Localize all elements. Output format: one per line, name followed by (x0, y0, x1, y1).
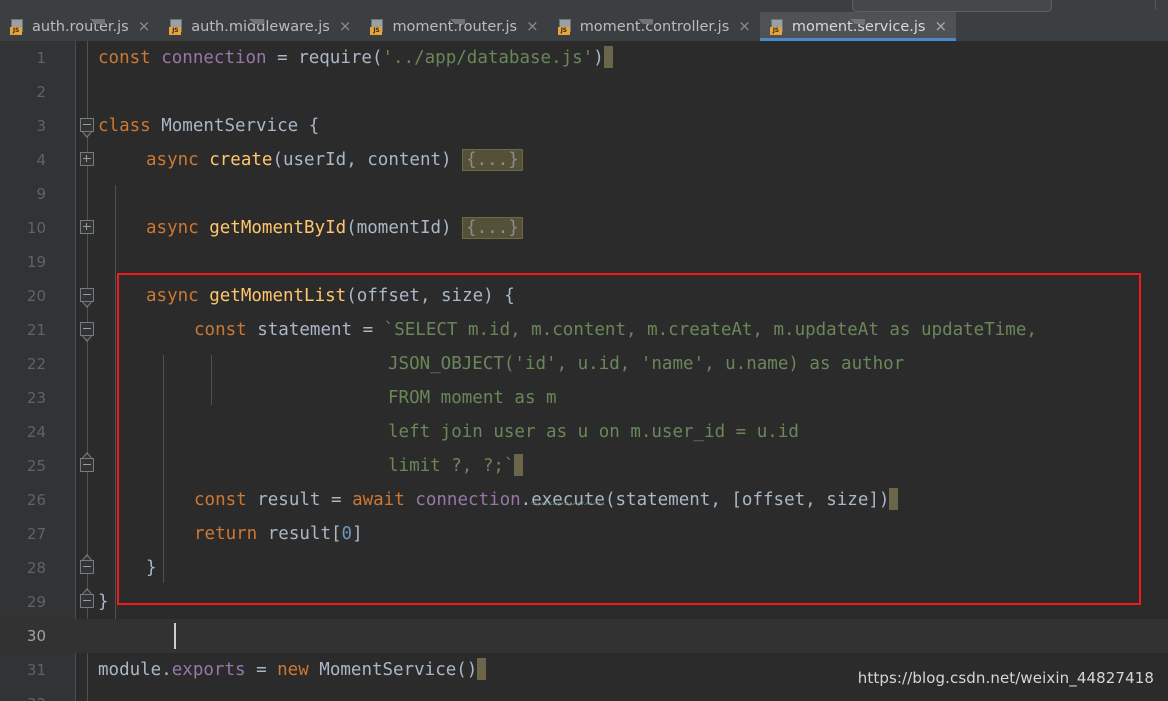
js-file-icon: JS (769, 18, 865, 35)
code-row[interactable]: 27 return result[0] (0, 517, 1168, 551)
close-icon[interactable]: × (736, 19, 751, 34)
code-row[interactable]: 21 const statement = `SELECT m.id, m.con… (0, 313, 1168, 347)
fold-toggle-collapse-icon[interactable] (80, 279, 95, 313)
collapsed-fold-placeholder[interactable]: {...} (462, 149, 523, 171)
line-number: 19 (26, 253, 46, 271)
text-selection-block (477, 658, 487, 680)
line-number: 31 (26, 661, 46, 679)
js-badge-label: JS (169, 26, 182, 35)
line-number: 2 (36, 83, 46, 101)
line-number: 27 (26, 525, 46, 543)
line-number: 22 (26, 355, 46, 373)
code-line-24: left join user as u on m.user_id = u.id (388, 422, 799, 442)
code-row[interactable]: 32 (0, 687, 1168, 701)
line-number: 29 (26, 593, 46, 611)
code-row[interactable]: 24 left join user as u on m.user_id = u.… (0, 415, 1168, 449)
editor-tab-bar[interactable]: JS auth.router.js × JS auth.middleware.j… (0, 12, 1168, 41)
code-row[interactable]: 1 const connection = require('../app/dat… (0, 41, 1168, 75)
line-number: 3 (36, 117, 46, 135)
js-badge-label: JS (769, 26, 782, 35)
js-file-icon: JS (557, 18, 653, 35)
fold-toggle-collapse-icon[interactable] (80, 109, 95, 143)
code-row[interactable]: 25 limit ?, ?;` (0, 449, 1168, 483)
code-line-22: JSON_OBJECT('id', u.id, 'name', u.name) … (388, 354, 905, 374)
text-caret (174, 623, 176, 649)
js-badge-label: JS (370, 26, 383, 35)
code-row[interactable]: 23 FROM moment as m (0, 381, 1168, 415)
js-file-icon: JS (169, 18, 265, 35)
code-line-29: } (98, 592, 109, 612)
code-line-31: module.exports = new MomentService() (98, 653, 487, 687)
code-line-10: async getMomentById(momentId) {...} (146, 211, 523, 245)
line-number: 30 (26, 627, 46, 645)
watermark-url: https://blog.csdn.net/weixin_44827418 (857, 669, 1154, 687)
code-line-20: async getMomentList(offset, size) { (146, 286, 515, 306)
line-number: 24 (26, 423, 46, 441)
code-row[interactable]: 29 } (0, 585, 1168, 619)
code-row[interactable]: 28 } (0, 551, 1168, 585)
code-line-25: limit ?, ?;` (388, 449, 524, 483)
close-icon[interactable]: × (933, 19, 948, 34)
text-selection-block (603, 46, 613, 68)
line-number: 23 (26, 389, 46, 407)
tab-auth-router[interactable]: JS auth.router.js × (0, 12, 159, 41)
close-icon[interactable]: × (136, 19, 151, 34)
tab-label: auth.router.js (32, 18, 129, 35)
code-line-28: } (146, 558, 157, 578)
code-row-current[interactable]: 30 (0, 619, 1168, 653)
fold-toggle-collapse-icon[interactable] (80, 313, 95, 347)
search-everywhere-popup[interactable] (852, 0, 1052, 12)
code-row[interactable]: 26 const result = await connection.execu… (0, 483, 1168, 517)
line-number: 20 (26, 287, 46, 305)
code-line-1: const connection = require('../app/datab… (98, 41, 613, 75)
code-line-4: async create(userId, content) {...} (146, 143, 523, 177)
fold-toggle-expand-icon[interactable] (80, 211, 95, 245)
text-selection-block (514, 454, 524, 476)
code-line-21: const statement = `SELECT m.id, m.conten… (194, 320, 1037, 340)
line-number: 9 (36, 185, 46, 203)
line-number: 32 (0, 687, 46, 701)
js-badge-label: JS (557, 26, 570, 35)
tab-moment-router[interactable]: JS moment.router.js × (360, 12, 547, 41)
code-line-23: FROM moment as m (388, 388, 557, 408)
code-row[interactable]: 2 (0, 75, 1168, 109)
line-number: 21 (26, 321, 46, 339)
code-row[interactable]: 20 async getMomentList(offset, size) { (0, 279, 1168, 313)
line-number: 25 (26, 457, 46, 475)
fold-end-marker-icon[interactable] (80, 585, 95, 619)
line-number: 26 (26, 491, 46, 509)
collapsed-fold-placeholder[interactable]: {...} (462, 217, 523, 239)
fold-end-marker-icon[interactable] (80, 449, 95, 483)
ide-window: JS auth.router.js × JS auth.middleware.j… (0, 0, 1168, 701)
js-file-icon: JS (370, 18, 466, 35)
line-number: 28 (26, 559, 46, 577)
line-number: 1 (36, 49, 46, 67)
tab-auth-middleware[interactable]: JS auth.middleware.js × (159, 12, 360, 41)
tab-moment-service[interactable]: JS moment.service.js × (759, 12, 957, 41)
top-toolbar-strip (0, 0, 1168, 12)
fold-toggle-expand-icon[interactable] (80, 143, 95, 177)
code-row[interactable]: 10 async getMomentById(momentId) {...} (0, 211, 1168, 245)
js-file-icon: JS (10, 18, 105, 35)
code-line-26: const result = await connection.execute(… (194, 483, 899, 517)
line-number: 4 (36, 151, 46, 169)
code-line-3: class MomentService { (98, 116, 320, 136)
code-editor[interactable]: 1 const connection = require('../app/dat… (0, 41, 1168, 701)
tab-label: moment.controller.js (579, 18, 730, 35)
code-row[interactable]: 9 (0, 177, 1168, 211)
code-row[interactable]: 3 class MomentService { (0, 109, 1168, 143)
line-number: 10 (26, 219, 46, 237)
code-row[interactable]: 19 (0, 245, 1168, 279)
fold-end-marker-icon[interactable] (80, 551, 95, 585)
toolbar-divider (1155, 0, 1156, 10)
js-badge-label: JS (10, 26, 22, 35)
close-icon[interactable]: × (337, 19, 352, 34)
close-icon[interactable]: × (524, 19, 539, 34)
code-row[interactable]: 4 async create(userId, content) {...} (0, 143, 1168, 177)
text-selection-block (889, 488, 899, 510)
tab-moment-controller[interactable]: JS moment.controller.js × (548, 12, 760, 41)
method-call-with-warning: execute (531, 490, 605, 510)
code-row[interactable]: 22 JSON_OBJECT('id', u.id, 'name', u.nam… (0, 347, 1168, 381)
code-line-27: return result[0] (194, 524, 363, 544)
